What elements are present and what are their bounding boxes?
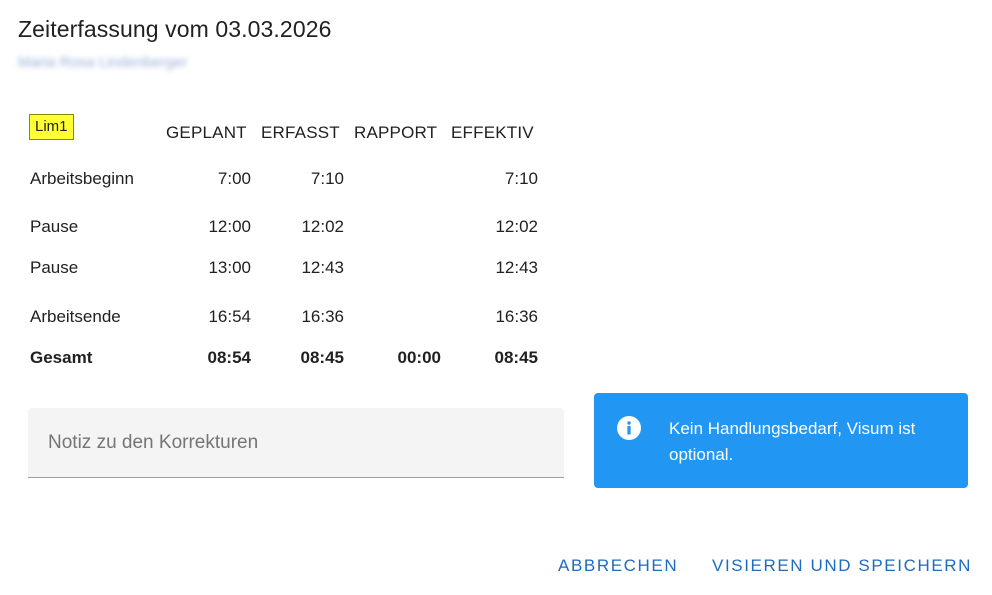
column-header-rapport: RAPPORT: [354, 123, 438, 142]
cancel-button[interactable]: ABBRECHEN: [558, 556, 678, 576]
cell-effektiv: 7:10: [504, 169, 538, 188]
cell-erfasst: 16:36: [301, 307, 344, 326]
cell-erfasst: 12:02: [301, 217, 344, 236]
total-effektiv: 08:45: [494, 348, 538, 367]
total-rapport: 00:00: [397, 348, 441, 367]
cell-effektiv: 12:02: [495, 217, 538, 236]
dialog-title: Zeiterfassung vom 03.03.2026: [18, 16, 332, 42]
cell-geplant: 12:00: [208, 217, 251, 236]
total-erfasst: 08:45: [300, 348, 344, 367]
row-label: Arbeitsbeginn: [30, 169, 134, 188]
total-geplant: 08:54: [207, 348, 251, 367]
column-header-geplant: GEPLANT: [166, 123, 247, 142]
column-header-effektiv: EFFEKTIV: [451, 123, 534, 142]
note-field[interactable]: [28, 408, 564, 478]
cell-effektiv: 12:43: [495, 258, 538, 277]
alert-message: Kein Handlungsbedarf, Visum ist optional…: [669, 419, 916, 464]
cell-geplant: 13:00: [208, 258, 251, 277]
location-badge: Lim1: [29, 114, 74, 140]
cell-erfasst: 12:43: [301, 258, 344, 277]
cell-effektiv: 16:36: [495, 307, 538, 326]
save-button[interactable]: VISIEREN UND SPEICHERN: [712, 556, 972, 576]
row-label: Arbeitsende: [30, 307, 121, 326]
column-header-erfasst: ERFASST: [261, 123, 340, 142]
row-label: Pause: [30, 217, 79, 236]
row-label: Pause: [30, 258, 79, 277]
info-alert: Kein Handlungsbedarf, Visum ist optional…: [594, 393, 968, 488]
note-input[interactable]: [28, 408, 564, 477]
info-icon: [617, 416, 641, 440]
cell-erfasst: 7:10: [310, 169, 344, 188]
employee-name: Maria Rosa Lindenberger: [18, 54, 188, 71]
total-label: Gesamt: [30, 348, 93, 367]
cell-geplant: 7:00: [217, 169, 251, 188]
cell-geplant: 16:54: [208, 307, 251, 326]
